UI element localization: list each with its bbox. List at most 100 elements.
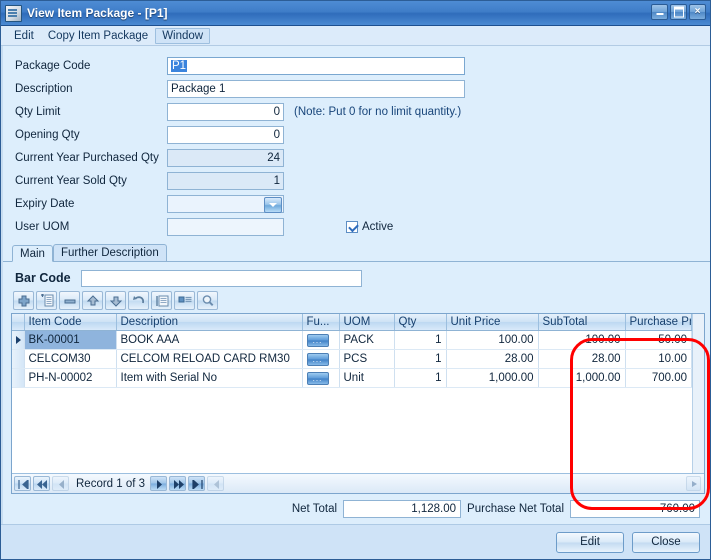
qty-limit-input[interactable] [167,103,284,121]
field-row-user-uom: User UOM Active [3,215,710,238]
field-row-description: Description [3,77,710,100]
cell-item-code[interactable]: CELCOM30 [24,350,116,369]
grid-vertical-scrollbar[interactable] [692,314,704,473]
table-row[interactable]: BK-00001 BOOK AAA ... PACK 1 100.00 100.… [12,331,692,350]
active-checkbox-group[interactable]: Active [346,221,393,233]
cell-qty[interactable]: 1 [394,369,446,388]
tab-main[interactable]: Main [12,245,53,262]
cell-uom[interactable]: PACK [339,331,394,350]
edit-button[interactable]: Edit [556,532,624,553]
cell-description[interactable]: CELCOM RELOAD CARD RM30 [116,350,302,369]
close-button[interactable]: × [689,4,706,20]
field-row-package-code: Package Code P1 [3,54,710,77]
cell-description[interactable]: BOOK AAA [116,331,302,350]
column-header-fu[interactable]: Fu... [302,314,339,331]
cell-subtotal[interactable]: 28.00 [538,350,625,369]
active-checkbox[interactable] [346,221,358,233]
next-record-button[interactable] [150,476,167,491]
column-header-qty[interactable]: Qty [394,314,446,331]
column-header-purchase-price[interactable]: Purchase Price [625,314,692,331]
column-header-item-code[interactable]: Item Code [24,314,116,331]
cell-qty[interactable]: 1 [394,350,446,369]
chevron-down-icon[interactable] [264,197,282,213]
tab-strip: Main Further Description [3,244,710,262]
footer-bar: Edit Close [1,524,710,559]
column-header-unit-price[interactable]: Unit Price [446,314,538,331]
close-action-button[interactable]: Close [632,532,700,553]
undo-icon[interactable] [128,291,149,310]
cell-purchase-price[interactable]: 10.00 [625,350,692,369]
grid-toolbar [3,291,710,310]
user-uom-input[interactable] [167,218,284,236]
table-row[interactable]: PH-N-00002 Item with Serial No ... Unit … [12,369,692,388]
minimize-button[interactable] [651,4,668,20]
expiry-date-combobox[interactable] [167,195,284,213]
row-marker [12,369,24,388]
row-marker-header [12,314,24,331]
last-record-button[interactable] [188,476,205,491]
qty-limit-note: (Note: Put 0 for no limit quantity.) [294,106,461,118]
move-down-icon[interactable] [105,291,126,310]
add-row-icon[interactable] [13,291,34,310]
cell-unit-price[interactable]: 100.00 [446,331,538,350]
collapse-button[interactable] [207,476,224,491]
layout-icon[interactable] [174,291,195,310]
cell-unit-price[interactable]: 28.00 [446,350,538,369]
window-body: Package Code P1 Description Qty Limit (N… [1,46,710,524]
barcode-input[interactable] [81,270,362,287]
row-detail-button[interactable]: ... [307,353,329,366]
row-detail-button[interactable]: ... [307,334,329,347]
cell-subtotal[interactable]: 1,000.00 [538,369,625,388]
purchase-net-total-label: Purchase Net Total [467,503,564,515]
field-row-expiry-date: Expiry Date [3,192,710,215]
cell-purchase-price[interactable]: 50.00 [625,331,692,350]
menu-item-window[interactable]: Window [155,28,210,44]
move-up-icon[interactable] [82,291,103,310]
next-page-button[interactable] [169,476,186,491]
menu-bar: Edit Copy Item Package Window [1,26,710,46]
cell-fu[interactable]: ... [302,350,339,369]
previous-page-button[interactable] [33,476,50,491]
record-navigator: Record 1 of 3 [12,473,704,493]
opening-qty-label: Opening Qty [15,129,167,141]
menu-item-edit[interactable]: Edit [7,28,41,44]
row-detail-button[interactable]: ... [307,372,329,385]
maximize-button[interactable] [670,4,687,20]
opening-qty-input[interactable] [167,126,284,144]
delete-row-icon[interactable] [59,291,80,310]
package-code-input[interactable]: P1 [167,57,465,75]
cell-item-code[interactable]: PH-N-00002 [24,369,116,388]
window-app-icon [5,5,22,22]
cell-uom[interactable]: Unit [339,369,394,388]
cell-fu[interactable]: ... [302,331,339,350]
cell-subtotal[interactable]: 100.00 [538,331,625,350]
column-header-subtotal[interactable]: SubTotal [538,314,625,331]
insert-row-icon[interactable] [36,291,57,310]
search-icon[interactable] [197,291,218,310]
description-label: Description [15,83,167,95]
barcode-row: Bar Code [3,266,710,290]
current-year-sold-qty-input [167,172,284,190]
window-title: View Item Package - [P1] [27,6,168,20]
tab-further-description[interactable]: Further Description [53,244,167,261]
cell-item-code[interactable]: BK-00001 [24,331,116,350]
list-detail-icon[interactable] [151,291,172,310]
cell-unit-price[interactable]: 1,000.00 [446,369,538,388]
menu-item-copy-item-package[interactable]: Copy Item Package [41,28,155,44]
previous-record-button[interactable] [52,476,69,491]
package-code-value: P1 [171,60,187,72]
column-header-description[interactable]: Description [116,314,302,331]
cell-qty[interactable]: 1 [394,331,446,350]
cell-description[interactable]: Item with Serial No [116,369,302,388]
title-bar: View Item Package - [P1] × [1,1,710,26]
description-input[interactable] [167,80,465,98]
cell-fu[interactable]: ... [302,369,339,388]
cell-uom[interactable]: PCS [339,350,394,369]
cell-purchase-price[interactable]: 700.00 [625,369,692,388]
first-record-button[interactable] [14,476,31,491]
column-header-uom[interactable]: UOM [339,314,394,331]
package-form: Package Code P1 Description Qty Limit (N… [3,46,710,238]
expand-right-button[interactable] [686,476,701,491]
table-row[interactable]: CELCOM30 CELCOM RELOAD CARD RM30 ... PCS… [12,350,692,369]
user-uom-label: User UOM [15,221,167,233]
